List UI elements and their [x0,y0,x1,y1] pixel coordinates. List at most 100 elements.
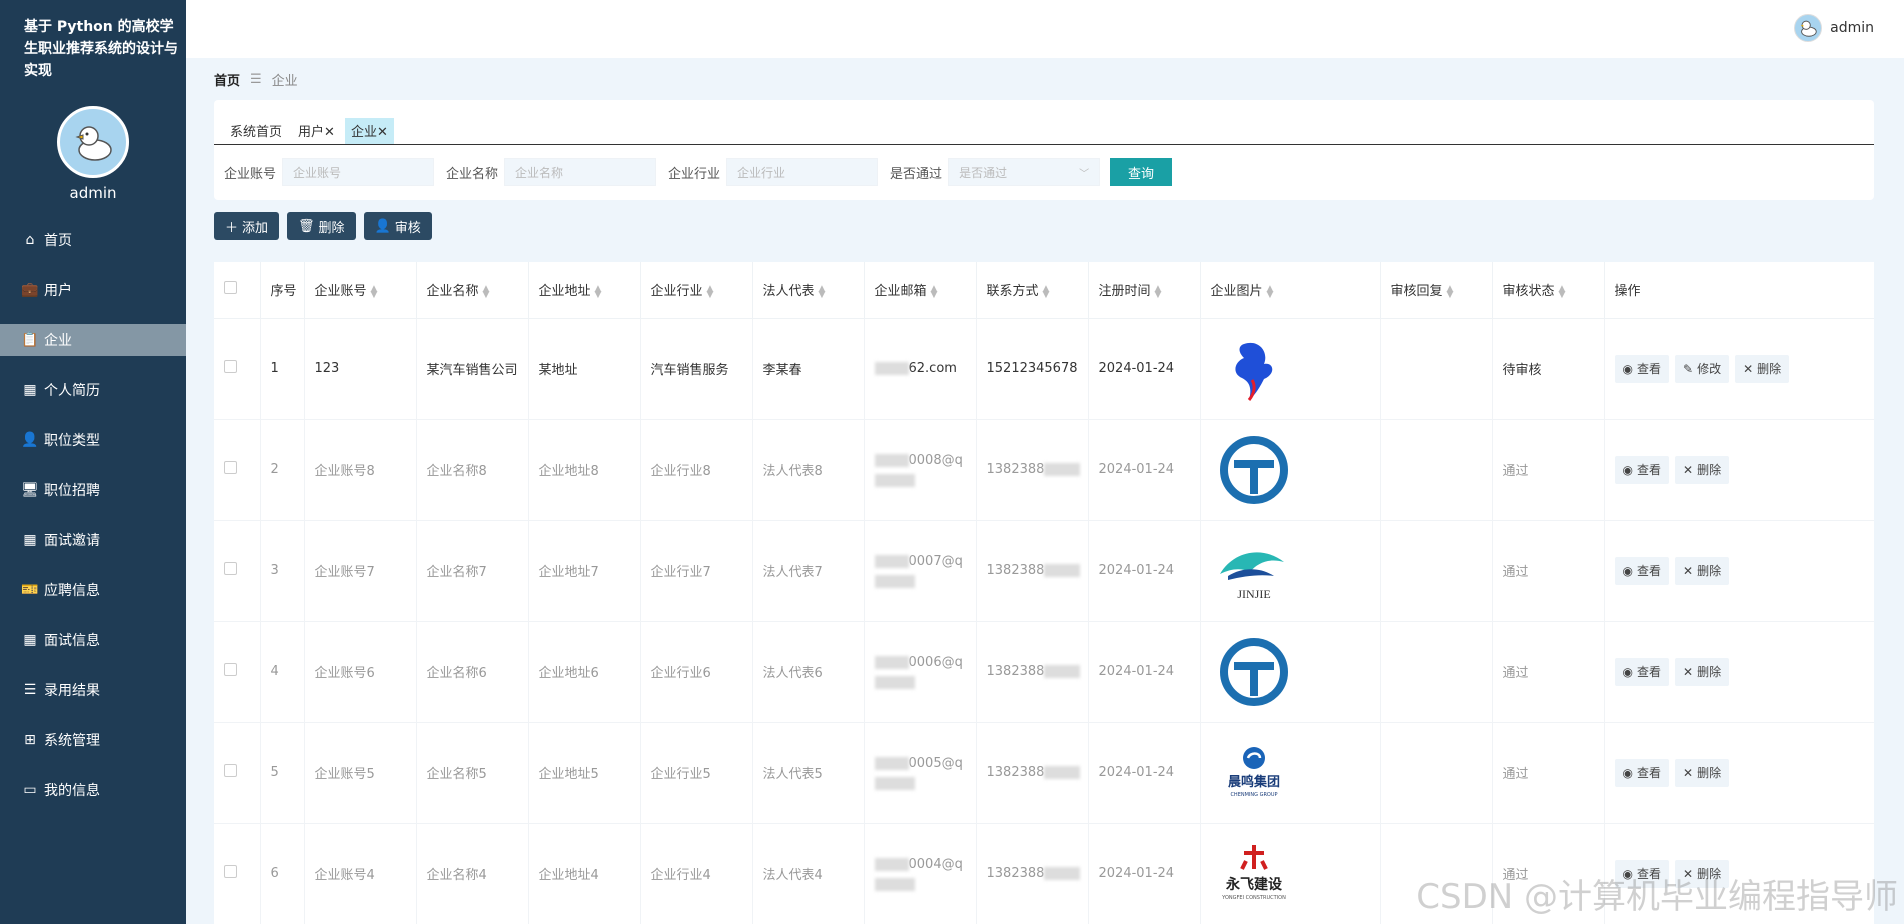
delete-row-button[interactable]: ✕ 删除 [1675,455,1730,484]
clipboard-icon: 📋 [21,332,39,348]
row-checkbox[interactable] [224,461,237,474]
column-header: 操作 [1604,262,1874,319]
sidebar-item[interactable]: 🎫 应聘信息 [0,574,186,606]
email-cell: 0005@q [864,722,977,824]
phone-cell: 1382388 [976,823,1089,924]
sort-icon[interactable]: ▲ ▼ [819,284,826,299]
industry-cell: 企业行业8 [640,419,753,521]
edit-button[interactable]: ✎ 修改 [1675,354,1730,383]
sidebar-item[interactable]: ▦ 面试邀请 [0,524,186,556]
svg-text:YONGFEI CONSTRUCTION: YONGFEI CONSTRUCTION [1221,895,1286,901]
delete-row-button[interactable]: ✕ 删除 [1675,556,1730,585]
row-checkbox[interactable] [224,562,237,575]
account-input[interactable]: 企业账号 [282,158,435,186]
sort-icon[interactable]: ▲ ▼ [1043,284,1050,299]
approved-label: 是否通过 [890,166,943,182]
sort-icon[interactable]: ▲ ▼ [931,284,938,299]
audit-button[interactable]: 👤 审核 [363,212,432,240]
sidebar-item[interactable]: 💼 用户 [0,274,186,306]
view-button[interactable]: ◉ 查看 [1614,657,1669,686]
delete-row-button[interactable]: ✕ 删除 [1735,354,1790,383]
column-header[interactable]: 法人代表 ▲ ▼ [752,262,865,319]
column-header[interactable]: 企业账号 ▲ ▼ [304,262,417,319]
sidebar-item[interactable]: ☰ 录用结果 [0,674,186,706]
row-checkbox[interactable] [224,764,237,777]
sort-icon[interactable]: ▲ ▼ [707,284,714,299]
row-checkbox[interactable] [224,663,237,676]
column-header[interactable]: 注册时间 ▲ ▼ [1088,262,1201,319]
sidebar-item-label: 用户 [44,283,72,299]
redacted-block [1044,766,1081,779]
column-header[interactable]: 企业行业 ▲ ▼ [640,262,753,319]
redacted-block [1044,867,1081,880]
sidebar-item[interactable]: ⊞ 系统管理 [0,724,186,756]
view-button[interactable]: ◉ 查看 [1614,354,1669,383]
email-cell: 0006@q [864,621,977,723]
column-header[interactable]: 审核状态 ▲ ▼ [1492,262,1605,319]
table-row: 4 企业账号6 企业名称6 企业地址6 企业行业6 法人代表6 0006@q 1382388 2… [214,621,1874,723]
delete-row-button[interactable]: ✕ 删除 [1675,758,1730,787]
row-checkbox[interactable] [224,360,237,373]
column-header[interactable]: 企业图片 ▲ ▼ [1200,262,1381,319]
breadcrumb-home[interactable]: 首页 [214,70,240,89]
sidebar-item[interactable]: ▦ 个人简历 [0,374,186,406]
column-header[interactable]: 联系方式 ▲ ▼ [976,262,1089,319]
sort-icon[interactable]: ▲ ▼ [1155,284,1162,299]
tab-enterprise[interactable]: 企业✕ [344,118,394,144]
close-icon: ✕ [1683,664,1694,679]
address-cell: 某地址 [528,318,641,420]
tab-home[interactable]: 系统首页 [224,118,288,144]
monitor-icon: 🖥 [21,482,39,498]
plus-icon: ＋ [225,220,239,236]
sidebar-item[interactable]: ⌂ 首页 [0,224,186,256]
enterprise-logo[interactable] [1210,426,1297,513]
add-button[interactable]: ＋添加 [214,212,280,240]
table-row: 2 企业账号8 企业名称8 企业地址8 企业行业8 法人代表8 0008@q 1382388 2… [214,419,1874,521]
address-cell: 企业地址8 [528,419,641,521]
enterprise-logo[interactable] [1210,628,1297,715]
close-icon[interactable]: ✕ [377,125,388,140]
column-header[interactable]: 企业名称 ▲ ▼ [416,262,529,319]
column-header[interactable]: 审核回复 ▲ ▼ [1380,262,1493,319]
row-checkbox[interactable] [224,865,237,878]
sort-icon[interactable]: ▲ ▼ [595,284,602,299]
delete-button[interactable]: 🗑 删除 [287,212,356,240]
query-button[interactable]: 查询 [1110,158,1173,186]
sort-icon[interactable]: ▲ ▼ [483,284,490,299]
avatar[interactable] [1794,14,1823,42]
column-header[interactable]: 企业地址 ▲ ▼ [528,262,641,319]
legal-cell: 法人代表5 [752,722,865,824]
user-icon: 👤 [21,432,39,448]
name-input[interactable]: 企业名称 [504,158,657,186]
enterprise-logo[interactable]: 晨鸣集团 CHENMING GROUP [1210,729,1297,816]
breadcrumb: 首页 ☰ 企业 [214,70,298,89]
sidebar-item[interactable]: 👤 职位类型 [0,424,186,456]
enterprise-logo[interactable]: 永飞建设 YONGFEI CONSTRUCTION [1210,830,1297,917]
sidebar-item[interactable]: ▦ 面试信息 [0,624,186,656]
sort-icon[interactable]: ▲ ▼ [1559,284,1566,299]
industry-input[interactable]: 企业行业 [726,158,879,186]
user-menu[interactable]: admin [1794,14,1874,42]
close-icon[interactable]: ✕ [324,125,335,140]
grid-icon: ▦ [23,532,37,548]
sidebar-item[interactable]: 🖥 职位招聘 [0,474,186,506]
sidebar-item[interactable]: ▭ 我的信息 [0,774,186,806]
view-button[interactable]: ◉ 查看 [1614,455,1669,484]
enterprise-logo[interactable] [1210,325,1297,412]
enterprise-image-cell [1200,419,1381,521]
column-header[interactable]: 企业邮箱 ▲ ▼ [864,262,977,319]
sort-icon[interactable]: ▲ ▼ [371,284,378,299]
view-button[interactable]: ◉ 查看 [1614,556,1669,585]
select-all-checkbox[interactable] [224,281,237,295]
enterprise-logo[interactable]: JINJIE [1210,527,1297,614]
tab-users[interactable]: 用户✕ [292,118,341,144]
sort-icon[interactable]: ▲ ▼ [1267,284,1274,299]
sort-icon[interactable]: ▲ ▼ [1447,284,1454,299]
avatar[interactable] [57,106,129,178]
sidebar-item-label: 首页 [44,233,72,249]
account-cell: 企业账号5 [304,722,417,824]
approved-select[interactable]: 是否通过 ﹀ [948,158,1101,186]
sidebar-item[interactable]: 📋 企业 [0,324,186,356]
delete-row-button[interactable]: ✕ 删除 [1675,657,1730,686]
view-button[interactable]: ◉ 查看 [1614,758,1669,787]
